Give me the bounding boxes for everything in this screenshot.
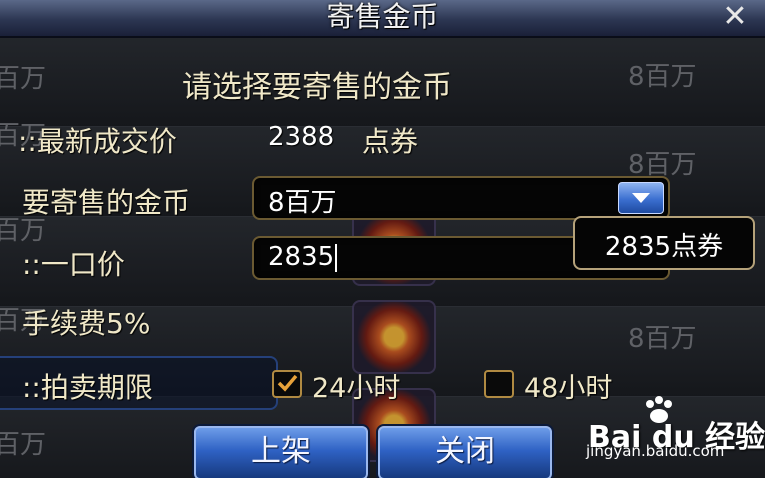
dialog-title: 寄售金币 <box>326 0 439 33</box>
buyout-input-value: 2835 <box>268 242 335 272</box>
buyout-tooltip: 2835点券 <box>573 216 755 270</box>
fee-label: 手续费5% <box>22 307 151 340</box>
latest-price-label: ::最新成交价 <box>18 125 177 158</box>
bg-amount-label: 8百万 <box>628 324 697 354</box>
latest-price-unit: 点券 <box>362 125 419 158</box>
duration-label: ::拍卖期限 <box>22 371 153 404</box>
duration-24h-label[interactable]: 24小时 <box>312 366 400 405</box>
buyout-tooltip-text: 2835点券 <box>604 232 724 262</box>
duration-48h-checkbox[interactable] <box>484 370 514 398</box>
watermark-url: jingyan.baidu.com <box>586 442 725 460</box>
dialog-title-bar: 寄售金币 ✕ <box>0 0 765 38</box>
gold-coin-icon <box>352 300 436 374</box>
amount-label: 要寄售的金币 <box>22 186 191 219</box>
text-caret <box>335 243 338 272</box>
close-x-icon[interactable]: ✕ <box>719 2 751 32</box>
duration-24h-checkbox[interactable] <box>272 370 302 398</box>
list-button[interactable]: 上架 <box>194 426 368 478</box>
bg-amount-label: 百万 <box>0 64 47 94</box>
amount-select[interactable]: 8百万 <box>252 176 670 220</box>
amount-selected-value: 8百万 <box>268 188 337 218</box>
latest-price-value: 2388 <box>268 122 335 152</box>
buyout-label: ::一口价 <box>22 248 125 281</box>
close-button[interactable]: 关闭 <box>378 426 552 478</box>
game-screen: 百万 百万 百万 百万 百万 8百万 8百万 8百万 寄售金币 ✕ 请选择要寄售… <box>0 0 765 478</box>
dropdown-arrow-icon[interactable] <box>618 182 664 214</box>
bg-amount-label: 百万 <box>0 430 47 460</box>
bg-amount-label: 8百万 <box>628 62 697 92</box>
instruction-text: 请选择要寄售的金币 <box>182 70 452 105</box>
checkmark-icon <box>277 374 298 392</box>
baidu-watermark: Bai du 经验 jingyan.baidu.com <box>580 396 765 478</box>
